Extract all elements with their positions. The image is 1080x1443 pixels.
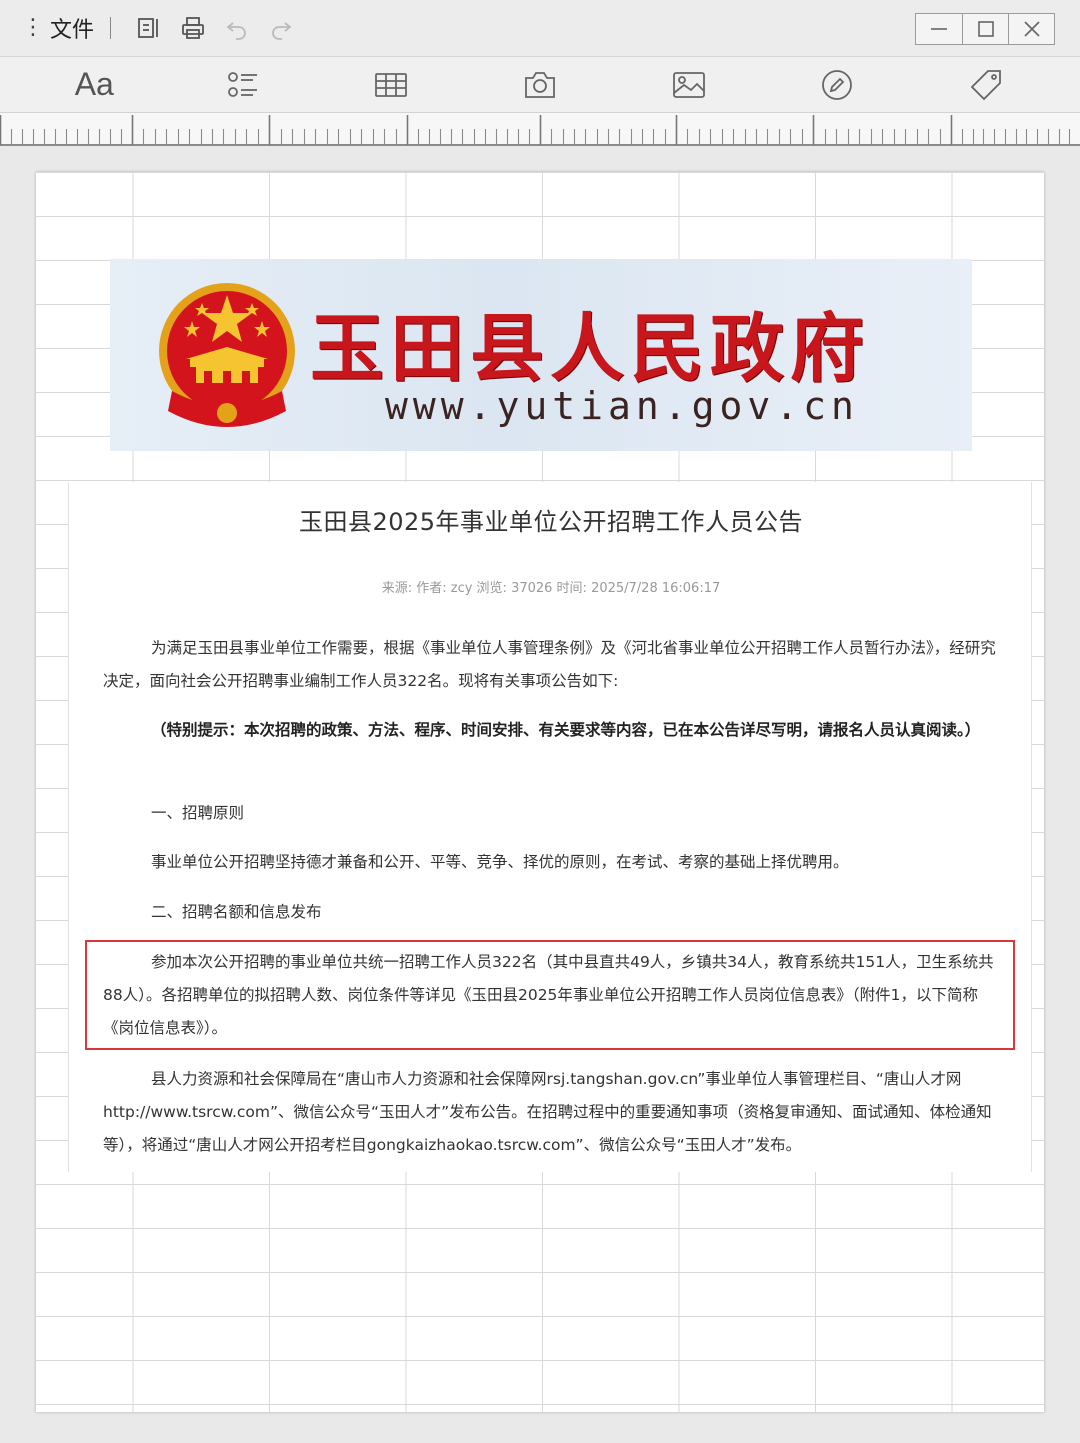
tag-icon (970, 69, 1001, 100)
special-notice: （特别提示：本次招聘的政策、方法、程序、时间安排、有关要求等内容，已在本公告详尽… (151, 721, 981, 739)
banner-title: 玉田县人民政府 (310, 306, 870, 392)
quota-paragraph: 参加本次公开招聘的事业单位共统一招聘工作人员322名（其中县直共49人，乡镇共3… (103, 953, 994, 1037)
table-icon (375, 72, 408, 97)
file-menu-button[interactable]: ⋮ 文件 (22, 12, 94, 44)
camera-icon (525, 71, 555, 98)
section-heading-1: 一、招聘原则 (151, 804, 245, 822)
article: 玉田县2025年事业单位公开招聘工作人员公告 来源: 作者: zcy 浏览: 3… (68, 482, 1032, 1172)
divider (110, 17, 112, 39)
undo-icon[interactable] (215, 6, 259, 50)
table-button[interactable] (363, 60, 419, 110)
image-icon (672, 71, 705, 98)
principle-paragraph: 事业单位公开招聘坚持德才兼备和公开、平等、竞争、择优的原则，在考试、考察的基础上… (151, 853, 849, 871)
page-layout-icon[interactable] (127, 6, 171, 50)
close-button[interactable] (1008, 14, 1054, 44)
font-style-label: Aa (74, 66, 114, 102)
document-page: 玉田县人民政府 www.yutian.gov.cn 玉田县2025年事业单位公开… (36, 172, 1044, 1412)
file-menu-label: 文件 (50, 18, 95, 43)
font-style-button[interactable]: Aa (66, 60, 122, 110)
list-button[interactable] (215, 60, 271, 110)
tag-button[interactable] (958, 60, 1014, 110)
article-meta: 来源: 作者: zcy 浏览: 37026 时间: 2025/7/28 16:0… (381, 581, 721, 596)
image-button[interactable] (661, 60, 717, 110)
national-emblem-icon (159, 283, 295, 427)
maximize-button[interactable] (962, 14, 1008, 44)
banner-url: www.yutian.gov.cn (385, 384, 859, 428)
list-icon (227, 71, 257, 97)
pen-button[interactable] (809, 60, 865, 110)
intro-paragraph: 为满足玉田县事业单位工作需要，根据《事业单位人事管理条例》及《河北省事业单位公开… (103, 639, 996, 690)
camera-button[interactable] (512, 60, 568, 110)
print-icon[interactable] (171, 6, 215, 50)
redo-icon[interactable] (259, 6, 303, 50)
ruler-ticks (0, 115, 1071, 145)
menu-dots-icon: ⋮ (22, 15, 44, 40)
window-controls (915, 13, 1055, 45)
ruler (0, 112, 1080, 146)
title-bar-left: ⋮ 文件 (0, 0, 303, 56)
government-banner: 玉田县人民政府 www.yutian.gov.cn (110, 259, 972, 451)
release-paragraph: 县人力资源和社会保障局在“唐山市人力资源和社会保障网rsj.tangshan.g… (103, 1070, 992, 1154)
format-toolbar: Aa (0, 56, 1080, 112)
section-heading-2: 二、招聘名额和信息发布 (151, 903, 322, 921)
close-icon (1023, 21, 1040, 37)
minimize-icon (931, 28, 947, 30)
title-bar: ⋮ 文件 (0, 0, 1080, 56)
maximize-icon (977, 21, 994, 37)
minimize-button[interactable] (916, 14, 962, 44)
pen-icon (822, 69, 852, 100)
article-title: 玉田县2025年事业单位公开招聘工作人员公告 (298, 508, 804, 536)
